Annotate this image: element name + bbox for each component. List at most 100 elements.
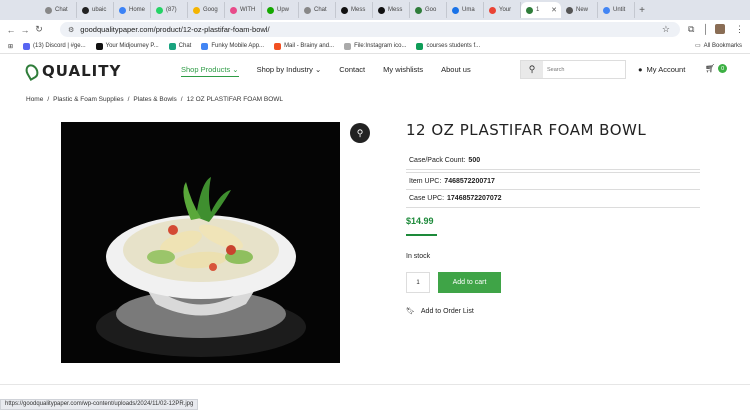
bookmark-label: Mail - Brainy and... — [284, 43, 335, 49]
messenger-icon — [341, 6, 348, 14]
url-text: goodqualitypaper.com/product/12-oz-plast… — [80, 25, 270, 34]
bookmark-item[interactable]: (13) Discord | #ge... — [23, 42, 86, 50]
breadcrumb-plastic-foam[interactable]: Plastic & Foam Supplies — [53, 96, 123, 103]
cart-button[interactable]: 🛒︎ 0 — [705, 64, 728, 73]
nav-label: Shop Products — [181, 65, 231, 74]
zoom-icon[interactable]: ⚲ — [350, 123, 370, 143]
tab-label: Mess — [388, 7, 403, 13]
browser-tab[interactable]: Goo — [410, 2, 447, 18]
spec-case-pack-count: Case/Pack Count: 500 — [406, 152, 700, 170]
nav-about-us[interactable]: About us — [441, 65, 471, 77]
browser-tab-strip: Chat ubaic Home (87) Goog WITH Upw Chat … — [0, 0, 750, 20]
sheets-icon — [416, 42, 424, 50]
spec-label: Case/Pack Count: — [409, 157, 466, 164]
bookmark-item[interactable]: courses students f... — [416, 42, 480, 50]
outlook-icon — [274, 42, 282, 50]
browser-tab[interactable]: Home — [114, 2, 151, 18]
address-bar-row: ← → ↻ ⚙ goodqualitypaper.com/product/12-… — [0, 20, 750, 39]
browser-tab[interactable]: Upw — [262, 2, 299, 18]
messenger-icon — [378, 6, 385, 14]
add-to-order-list-link[interactable]: 🔖︎ Add to Order List — [406, 307, 474, 316]
browser-tab[interactable]: Mess — [373, 2, 410, 18]
search-input[interactable] — [543, 61, 625, 78]
tab-label: Upw — [277, 7, 290, 13]
site-logo[interactable]: QUALITY — [23, 61, 122, 81]
all-bookmarks-label: All Bookmarks — [703, 42, 742, 49]
logo-text: QUALITY — [42, 62, 122, 80]
close-tab-icon[interactable]: ✕ — [551, 6, 557, 14]
bookmark-item[interactable]: Mail - Brainy and... — [274, 42, 335, 50]
tab-label: 1 — [536, 7, 540, 13]
reload-icon[interactable]: ↻ — [32, 24, 46, 35]
home-icon — [119, 6, 126, 14]
product-price: $14.99 — [406, 216, 434, 226]
tab-label: Mess — [351, 7, 366, 13]
my-account-link[interactable]: ● My Account — [638, 65, 685, 74]
search-icon[interactable]: ⚲ — [521, 61, 543, 78]
nav-contact[interactable]: Contact — [339, 65, 365, 77]
breadcrumb-separator: / — [47, 96, 50, 103]
browser-tab[interactable]: Untit — [598, 2, 635, 18]
browser-tab[interactable]: Goog — [188, 2, 225, 18]
new-tab-button[interactable]: + — [635, 5, 649, 16]
main-nav: Shop Products ⌄ Shop by Industry ⌄ Conta… — [181, 65, 471, 77]
quality-icon — [526, 6, 533, 14]
tab-label: (87) — [166, 7, 177, 13]
product-title: 12 OZ PLASTIFAR FOAM BOWL — [406, 121, 647, 139]
url-bar[interactable]: ⚙ goodqualitypaper.com/product/12-oz-pla… — [60, 22, 680, 37]
browser-tab[interactable]: Your — [484, 2, 521, 18]
new-tab-icon — [566, 6, 573, 14]
bookmark-star-icon[interactable]: ☆ — [662, 24, 670, 35]
site-info-icon[interactable]: ⚙ — [68, 26, 74, 34]
browser-tab-active[interactable]: 1 ✕ — [521, 2, 561, 18]
chevron-down-icon: ⌄ — [230, 65, 239, 74]
forward-icon[interactable]: → — [18, 25, 32, 35]
breadcrumb-plates-bowls[interactable]: Plates & Bowls — [133, 96, 176, 103]
bookmark-label: File:Instagram ico... — [354, 43, 407, 49]
footer-divider — [0, 384, 750, 385]
chevron-down-icon: ⌄ — [312, 65, 322, 74]
browser-tab[interactable]: WITH — [225, 2, 262, 18]
tab-label: Chat — [314, 7, 327, 13]
browser-tab[interactable]: ubaic — [77, 2, 114, 18]
tab-label: Uma — [462, 7, 475, 13]
add-to-cart-button[interactable]: Add to cart — [438, 272, 501, 293]
browser-tab[interactable]: Uma — [447, 2, 484, 18]
extensions-icon[interactable]: ⧉ — [688, 24, 694, 35]
discord-icon — [23, 42, 31, 50]
back-icon[interactable]: ← — [4, 25, 18, 35]
bookmark-item[interactable]: Funky Mobile App... — [201, 42, 264, 50]
docs-icon — [603, 6, 610, 14]
breadcrumb-home[interactable]: Home — [26, 96, 43, 103]
quantity-input[interactable]: 1 — [406, 272, 430, 293]
quality-icon — [415, 6, 422, 14]
browser-status-bar: https://goodqualitypaper.com/wp-content/… — [0, 399, 199, 410]
browser-tab[interactable]: Chat — [299, 2, 336, 18]
nav-shop-by-industry[interactable]: Shop by Industry ⌄ — [257, 65, 322, 77]
tab-label: ubaic — [92, 7, 107, 13]
browser-tab[interactable]: Mess — [336, 2, 373, 18]
nav-my-wishlists[interactable]: My wishlists — [383, 65, 423, 77]
product-image[interactable] — [61, 122, 340, 363]
nav-label: Shop by Industry — [256, 65, 313, 74]
spec-item-upc: Item UPC: 7468572200717 — [406, 172, 700, 190]
browser-tab[interactable]: Chat — [40, 2, 77, 18]
browser-menu-icon[interactable]: ⋮ — [735, 24, 744, 35]
spec-value: 7468572200717 — [444, 177, 495, 185]
tab-label: Your — [499, 7, 512, 13]
browser-tab[interactable]: (87) — [151, 2, 188, 18]
bookmark-item[interactable]: Your Midjourney P... — [95, 42, 159, 50]
spec-value: 17468572207072 — [447, 195, 502, 202]
stock-status: In stock — [406, 253, 431, 260]
all-bookmarks-button[interactable]: ▭ All Bookmarks — [695, 42, 742, 50]
bookmark-item[interactable]: File:Instagram ico... — [344, 42, 407, 50]
profile-avatar[interactable] — [715, 24, 725, 34]
bookmark-label: Chat — [178, 43, 192, 49]
browser-tab[interactable]: New — [561, 2, 598, 18]
tab-label: Home — [129, 7, 146, 13]
spec-case-upc: Case UPC: 17468572207072 — [406, 190, 700, 208]
breadcrumb: Home / Plastic & Foam Supplies / Plates … — [26, 96, 283, 103]
bookmark-item[interactable]: Chat — [168, 42, 192, 50]
apps-icon[interactable]: ⊞ — [8, 43, 13, 50]
nav-shop-products[interactable]: Shop Products ⌄ — [181, 65, 239, 77]
